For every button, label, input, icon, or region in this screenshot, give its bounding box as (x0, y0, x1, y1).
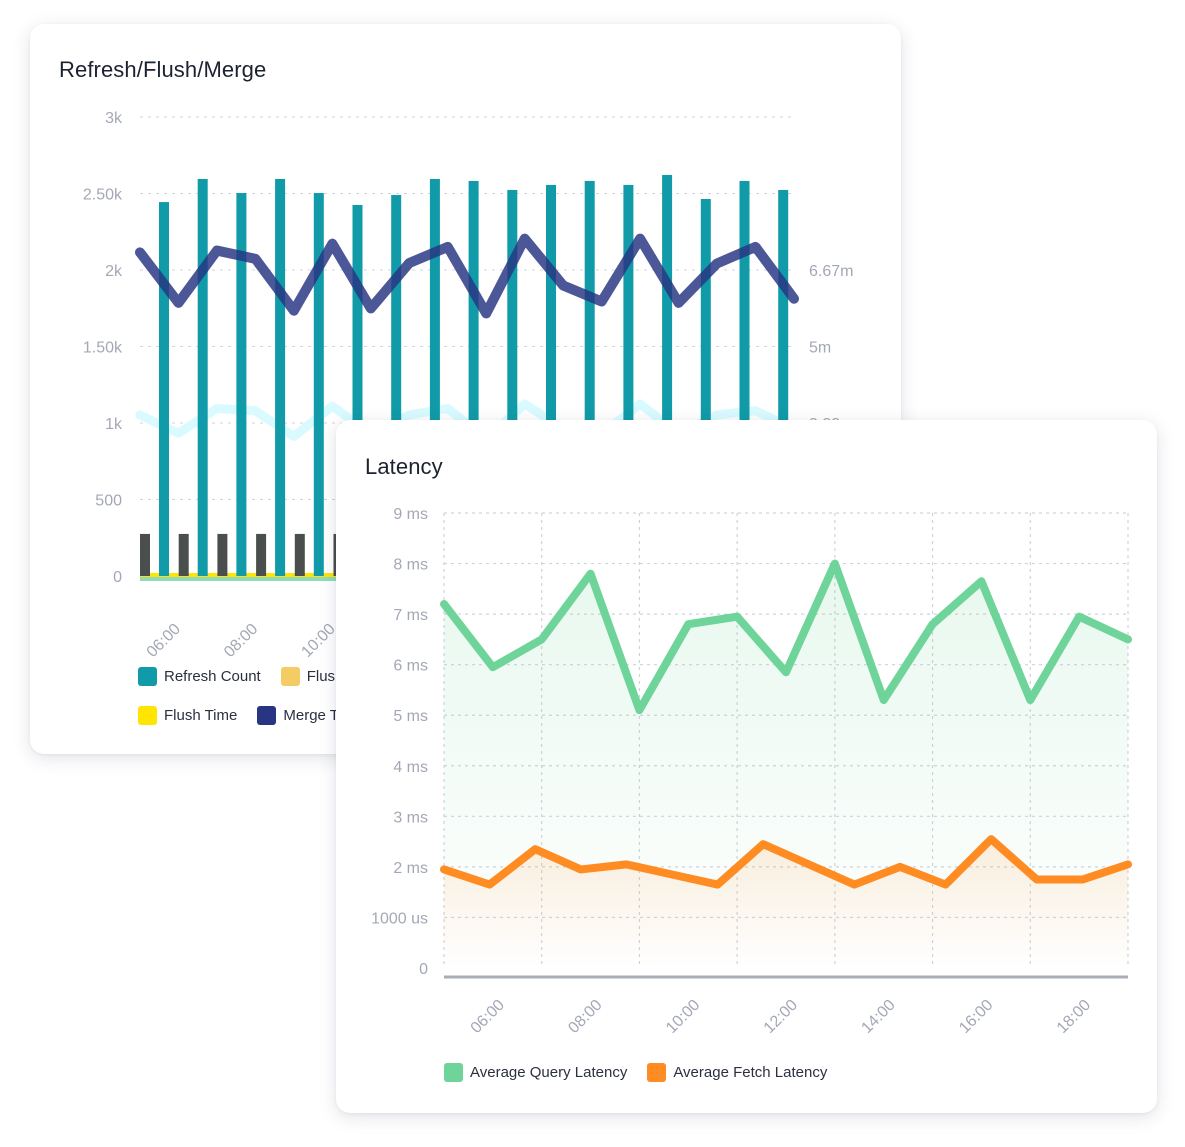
legend: Average Query Latency Average Fetch Late… (444, 1062, 847, 1082)
legend-label: Average Query Latency (470, 1063, 628, 1081)
gray-bar (217, 533, 228, 576)
y-tick-label: 6 ms (393, 658, 428, 675)
x-tick-label: 10:00 (663, 997, 703, 1037)
y-tick-label: 1k (105, 416, 123, 433)
x-tick-label: 10:00 (298, 621, 338, 661)
y-tick-label: 1000 us (371, 910, 428, 927)
x-tick-label: 14:00 (858, 997, 898, 1037)
refresh-count-bar (197, 178, 208, 576)
x-tick-label: 08:00 (565, 997, 605, 1037)
y-tick-label: 0 (113, 569, 122, 586)
refresh-count-bar (159, 202, 169, 576)
y-tick-label: 500 (95, 493, 122, 510)
y-tick-label: 2.50k (83, 187, 123, 204)
legend-item-average-query-latency[interactable]: Average Query Latency (444, 1062, 627, 1082)
gray-bar (178, 533, 189, 576)
legend-swatch (647, 1062, 667, 1082)
y-tick-label: 3k (105, 110, 123, 127)
legend-label: Refresh Count (164, 667, 261, 685)
x-tick-label: 06:00 (468, 997, 508, 1037)
legend-swatch (280, 666, 300, 686)
x-tick-label: 06:00 (144, 621, 184, 661)
legend-item-refresh-count[interactable]: Refresh Count (138, 666, 261, 686)
latency-card: Latency 0 1000 us 2 ms 3 ms 4 ms 5 ms 6 ms 7 ms… (336, 420, 1157, 1113)
legend-item-average-fetch-latency[interactable]: Average Fetch Latency (647, 1062, 827, 1082)
refresh-count-bar (313, 193, 324, 576)
gray-bar (256, 533, 267, 576)
legend-swatch (138, 705, 157, 725)
y-tick-label: 2 ms (393, 860, 428, 877)
y-tick-label: 5 ms (393, 708, 428, 725)
y-tick-label: 2k (105, 263, 123, 280)
legend-item-flush[interactable]: Flush (280, 666, 343, 686)
y-tick-label: 0 (419, 961, 428, 978)
y-tick-label: 3 ms (393, 809, 428, 826)
legend-swatch (444, 1062, 463, 1082)
y-tick-label: 7 ms (393, 607, 428, 624)
gray-bar (294, 533, 305, 576)
legend-swatch (138, 666, 157, 686)
legend-label: Average Fetch Latency (673, 1063, 828, 1081)
x-tick-label: 16:00 (956, 997, 996, 1037)
latency-chart: 0 1000 us 2 ms 3 ms 4 ms 5 ms 6 ms 7 ms 8 ms 9 ms… (371, 506, 1132, 1037)
legend-swatch (257, 705, 277, 725)
gray-bar (140, 533, 150, 576)
x-tick-label: 12:00 (761, 997, 801, 1037)
legend-item-merge-time[interactable]: Merge T (257, 705, 339, 725)
y-right-tick-label: 5m (809, 340, 831, 357)
legend-label: Flush Time (164, 706, 238, 724)
y-tick-label: 8 ms (393, 557, 428, 574)
y-right-tick-label: 6.67m (809, 263, 853, 280)
legend-item-flush-time[interactable]: Flush Time (138, 705, 237, 725)
y-tick-label: 9 ms (393, 506, 428, 523)
refresh-count-bar (275, 178, 286, 576)
y-tick-label: 1.50k (83, 340, 123, 357)
x-tick-label: 18:00 (1054, 997, 1094, 1037)
x-tick-label: 08:00 (221, 621, 261, 661)
legend-label: Merge T (283, 706, 339, 724)
y-tick-label: 4 ms (393, 759, 428, 776)
